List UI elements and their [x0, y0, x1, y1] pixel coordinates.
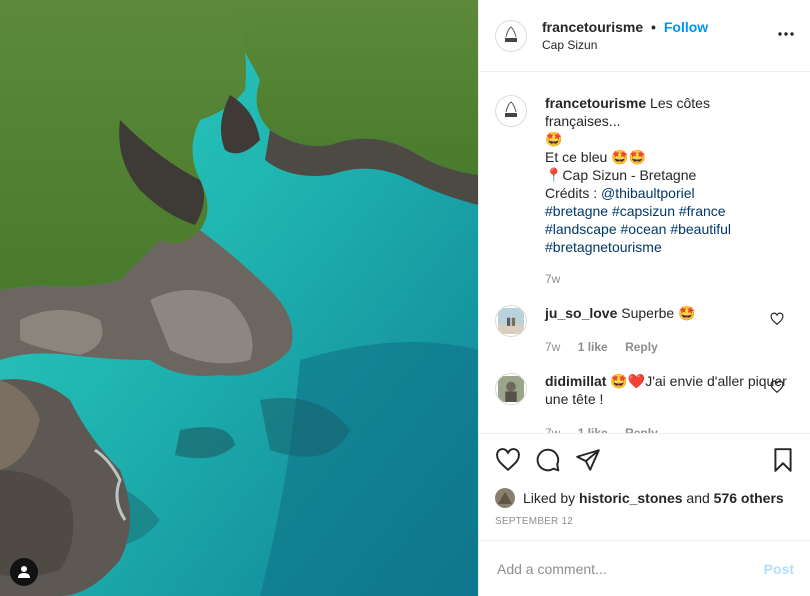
- author-avatar[interactable]: [495, 19, 527, 52]
- post-date[interactable]: SEPTEMBER 12: [479, 510, 810, 540]
- add-comment-bar: Post: [479, 540, 810, 596]
- separator-dot: •: [651, 18, 656, 35]
- comment-icon[interactable]: [535, 447, 561, 473]
- comment-likes[interactable]: 1 like: [578, 340, 608, 354]
- comment-input[interactable]: [495, 559, 764, 578]
- comment-item: ju_so_love Superbe 🤩 7w 1 like Reply: [495, 304, 794, 356]
- save-icon[interactable]: [770, 447, 796, 473]
- post-panel: francetourisme • Follow Cap Sizun france…: [478, 0, 810, 596]
- caption-time[interactable]: 7w: [545, 272, 560, 286]
- caption-line3-text: Et ce bleu: [545, 149, 608, 165]
- user-tag-button[interactable]: [10, 558, 38, 586]
- coast-photo: [0, 0, 478, 596]
- commenter-avatar[interactable]: [495, 305, 527, 337]
- france-tourisme-logo-icon: [505, 25, 517, 42]
- post-header: francetourisme • Follow Cap Sizun: [479, 0, 810, 72]
- liked-by-and: and: [686, 490, 710, 506]
- reply-button[interactable]: Reply: [625, 340, 658, 354]
- more-options-icon[interactable]: [776, 24, 796, 44]
- reply-button[interactable]: Reply: [625, 426, 658, 433]
- comment-text: Superbe 🤩: [621, 305, 696, 321]
- hashtags-line2[interactable]: #landscape #ocean #beautiful: [545, 220, 787, 238]
- caption-location-line: 📍Cap Sizun - Bretagne: [545, 167, 697, 183]
- likes-summary: Liked by historic_stones and 576 others: [479, 486, 810, 510]
- liked-by-prefix: Liked by: [523, 490, 576, 506]
- small-heart-icon[interactable]: [770, 312, 784, 326]
- credits-handle-link[interactable]: @thibaultporiel: [601, 185, 695, 201]
- user-tag-icon: [18, 566, 30, 578]
- hashtags-line1[interactable]: #bretagne #capsizun #france: [545, 202, 787, 220]
- commenter-photo: [498, 308, 524, 334]
- france-tourisme-logo-icon: [505, 101, 517, 117]
- caption-avatar[interactable]: [495, 95, 527, 127]
- comment-item: didimillat 🤩❤️J'ai envie d'aller piquer …: [495, 372, 794, 433]
- credits-label: Crédits :: [545, 185, 598, 201]
- caption-emoji: 🤩: [545, 131, 563, 147]
- post-photo[interactable]: [0, 0, 478, 596]
- hashtags-line3[interactable]: #bretagnetourisme: [545, 238, 787, 256]
- caption: francetourisme Les côtes françaises... 🤩…: [495, 94, 794, 288]
- comment-likes[interactable]: 1 like: [578, 426, 608, 433]
- comment-time[interactable]: 7w: [545, 340, 560, 354]
- liker-avatar[interactable]: [495, 488, 515, 508]
- liked-by-others[interactable]: 576 others: [714, 490, 784, 506]
- follow-button[interactable]: Follow: [664, 19, 708, 35]
- small-heart-icon[interactable]: [770, 380, 784, 394]
- like-icon[interactable]: [495, 447, 521, 473]
- comments-section: francetourisme Les côtes françaises... 🤩…: [479, 72, 810, 434]
- comment-username[interactable]: ju_so_love: [545, 305, 617, 321]
- liker-photo: [495, 488, 515, 508]
- caption-line3-emoji: 🤩🤩: [611, 149, 647, 165]
- commenter-avatar[interactable]: [495, 373, 527, 405]
- caption-username[interactable]: francetourisme: [545, 95, 646, 111]
- post-actions: [479, 434, 810, 486]
- post-location[interactable]: Cap Sizun: [542, 36, 708, 54]
- share-icon[interactable]: [575, 447, 601, 473]
- comment-username[interactable]: didimillat: [545, 373, 606, 389]
- comment-time[interactable]: 7w: [545, 426, 560, 433]
- commenter-photo: [498, 376, 524, 402]
- author-username[interactable]: francetourisme: [542, 19, 643, 35]
- liked-by-user[interactable]: historic_stones: [579, 490, 682, 506]
- post-comment-button[interactable]: Post: [764, 561, 794, 577]
